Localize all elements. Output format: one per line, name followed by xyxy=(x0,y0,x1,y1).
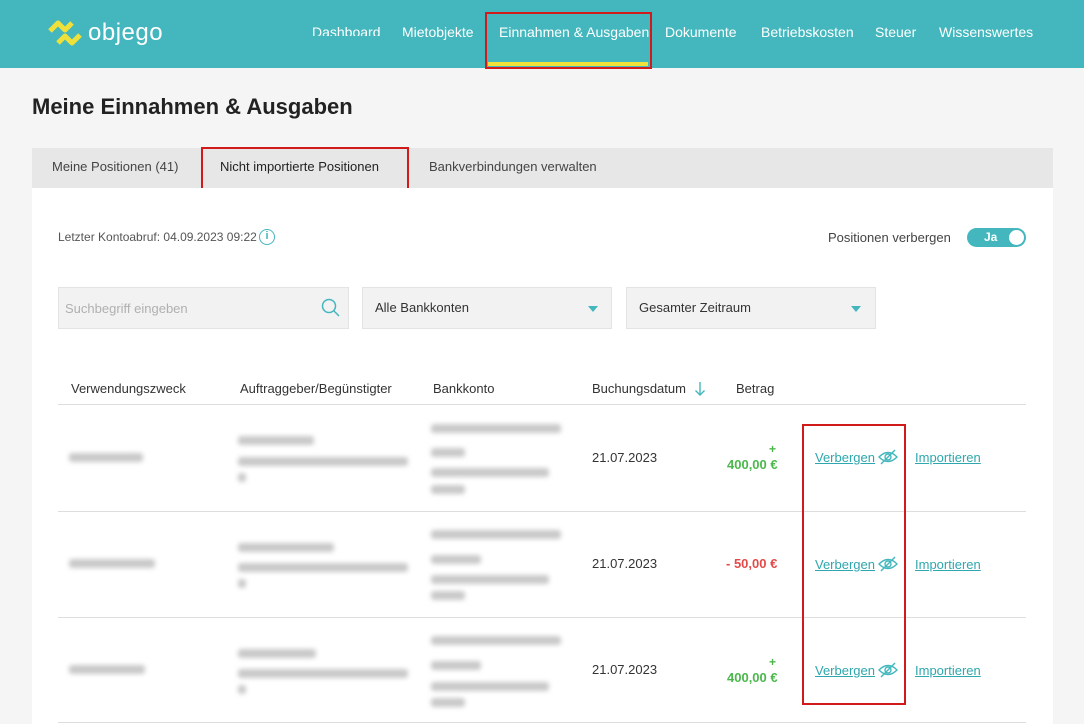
info-icon[interactable]: i xyxy=(259,229,275,245)
amount-value: - 50,00 € xyxy=(726,556,778,571)
column-header-account[interactable]: Bankkonto xyxy=(433,381,494,396)
eye-slash-icon[interactable] xyxy=(877,555,899,573)
toggle-knob xyxy=(1009,230,1024,245)
search-box xyxy=(58,287,349,329)
nav-mietobjekte[interactable]: Mietobjekte xyxy=(402,24,474,40)
redacted-account xyxy=(431,530,561,539)
tab-meine-positionen[interactable]: Meine Positionen (41) xyxy=(52,159,178,174)
import-link[interactable]: Importieren xyxy=(915,450,981,465)
tab-bankverbindungen[interactable]: Bankverbindungen verwalten xyxy=(429,159,597,174)
nav-betriebskosten[interactable]: Betriebskosten xyxy=(761,24,854,40)
redacted-account xyxy=(431,661,481,670)
redacted-account xyxy=(431,424,561,433)
bank-account-select[interactable]: Alle Bankkonten xyxy=(362,287,612,329)
table-divider xyxy=(58,617,1026,618)
brand-name: objego xyxy=(88,19,164,46)
objego-logo-icon xyxy=(48,20,82,46)
sort-down-icon[interactable] xyxy=(694,381,706,397)
redacted-purpose xyxy=(69,559,155,568)
chevron-down-icon xyxy=(588,306,598,312)
page-title: Meine Einnahmen & Ausgaben xyxy=(32,94,353,119)
redacted-party xyxy=(238,563,408,572)
redacted-party xyxy=(238,649,316,658)
redacted-account xyxy=(431,591,465,600)
active-tab-indicator xyxy=(203,36,407,39)
amount-sign: + xyxy=(769,442,777,456)
nav-steuer[interactable]: Steuer xyxy=(875,24,916,40)
nav-dokumente[interactable]: Dokumente xyxy=(665,24,737,40)
last-fetch-status: Letzter Kontoabruf: 04.09.2023 09:22 xyxy=(58,230,257,244)
redacted-account xyxy=(431,575,549,584)
hide-link[interactable]: Verbergen xyxy=(815,450,875,465)
amount-value: 400,00 € xyxy=(727,670,778,685)
redacted-account xyxy=(431,636,561,645)
table-divider xyxy=(58,722,1026,723)
booking-date: 21.07.2023 xyxy=(592,450,658,465)
column-header-date[interactable]: Buchungsdatum xyxy=(592,381,686,396)
hide-link[interactable]: Verbergen xyxy=(815,663,875,678)
hide-link[interactable]: Verbergen xyxy=(815,557,875,572)
hide-positions-label: Positionen verbergen xyxy=(828,230,951,245)
redacted-party xyxy=(238,543,334,552)
import-link[interactable]: Importieren xyxy=(915,663,981,678)
column-header-amount[interactable]: Betrag xyxy=(736,381,774,396)
amount-value: 400,00 € xyxy=(727,457,778,472)
redacted-account xyxy=(431,485,465,494)
period-value: Gesamter Zeitraum xyxy=(639,300,751,315)
redacted-purpose xyxy=(69,665,145,674)
active-nav-indicator xyxy=(488,62,648,66)
amount-sign: + xyxy=(769,655,777,669)
period-select[interactable]: Gesamter Zeitraum xyxy=(626,287,876,329)
column-header-party[interactable]: Auftraggeber/Begünstigter xyxy=(240,381,392,396)
nav-wissenswertes[interactable]: Wissenswertes xyxy=(939,24,1033,40)
redacted-party xyxy=(238,669,408,678)
booking-date: 21.07.2023 xyxy=(592,662,658,677)
redacted-party xyxy=(238,436,314,445)
redacted-party xyxy=(238,579,246,588)
column-header-purpose[interactable]: Verwendungszweck xyxy=(71,381,186,396)
eye-slash-icon[interactable] xyxy=(877,448,899,466)
brand-logo[interactable]: objego xyxy=(48,19,163,47)
import-link[interactable]: Importieren xyxy=(915,557,981,572)
redacted-account xyxy=(431,698,465,707)
table-divider xyxy=(58,511,1026,512)
redacted-party xyxy=(238,473,246,482)
toggle-state: Ja xyxy=(984,230,998,244)
top-navigation-bar: objego Dashboard Mietobjekte Einnahmen &… xyxy=(0,0,1084,68)
hide-positions-toggle[interactable]: Ja xyxy=(967,228,1026,247)
search-icon[interactable] xyxy=(321,298,341,318)
bank-account-value: Alle Bankkonten xyxy=(375,300,469,315)
redacted-account xyxy=(431,448,465,457)
redacted-party xyxy=(238,457,408,466)
chevron-down-icon xyxy=(851,306,861,312)
booking-date: 21.07.2023 xyxy=(592,556,658,571)
redacted-account xyxy=(431,682,549,691)
table-divider xyxy=(58,404,1026,405)
nav-einnahmen-ausgaben[interactable]: Einnahmen & Ausgaben xyxy=(499,24,649,40)
redacted-party xyxy=(238,685,246,694)
tab-nicht-importierte-positionen[interactable]: Nicht importierte Positionen xyxy=(220,159,379,174)
redacted-account xyxy=(431,468,549,477)
tab-bar: Meine Positionen (41) Nicht importierte … xyxy=(32,148,1053,188)
redacted-account xyxy=(431,555,481,564)
eye-slash-icon[interactable] xyxy=(877,661,899,679)
search-input[interactable] xyxy=(65,298,310,318)
redacted-purpose xyxy=(69,453,143,462)
